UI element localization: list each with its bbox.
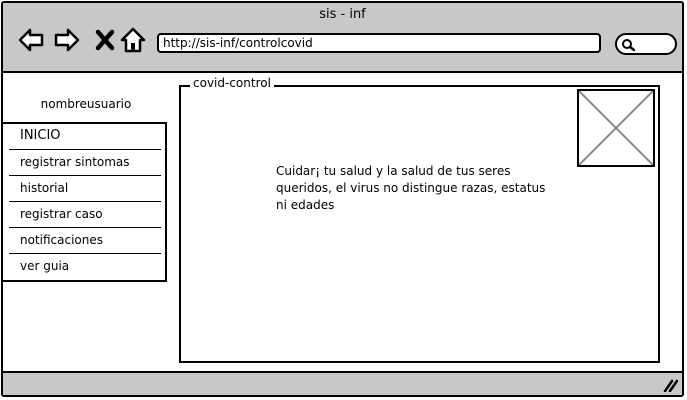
image-placeholder-icon [577,89,655,167]
username-label: nombreusuario [40,97,132,111]
browser-window: sis - inf http://sis-inf/controlcovid no… [1,1,684,397]
sidebar-item-ver-guia[interactable]: ver guia [3,254,165,280]
sidebar-item-registrar-caso[interactable]: registrar caso [3,202,165,228]
sidebar-menu: INICIO registrar sintomas historial regi… [3,122,167,282]
sidebar-item-notificaciones[interactable]: notificaciones [3,228,165,254]
forward-arrow-icon[interactable] [53,26,81,54]
back-arrow-icon[interactable] [17,26,45,54]
title-bar: sis - inf http://sis-inf/controlcovid [3,3,682,73]
window-title: sis - inf [319,7,366,22]
home-icon[interactable] [119,26,147,54]
close-x-icon[interactable] [91,26,119,54]
status-bar [3,371,682,395]
sidebar-item-inicio[interactable]: INICIO [3,124,165,150]
sidebar-item-registrar-sintomas[interactable]: registrar sintomas [3,150,165,176]
search-input[interactable] [615,33,677,55]
panel-legend: covid-control [190,76,274,90]
url-input[interactable]: http://sis-inf/controlcovid [157,33,601,53]
resize-grip-icon[interactable] [662,378,678,392]
search-icon [622,39,635,52]
sidebar-item-historial[interactable]: historial [3,176,165,202]
welcome-message: Cuidar¡ tu salud y la salud de tus seres… [276,164,546,212]
